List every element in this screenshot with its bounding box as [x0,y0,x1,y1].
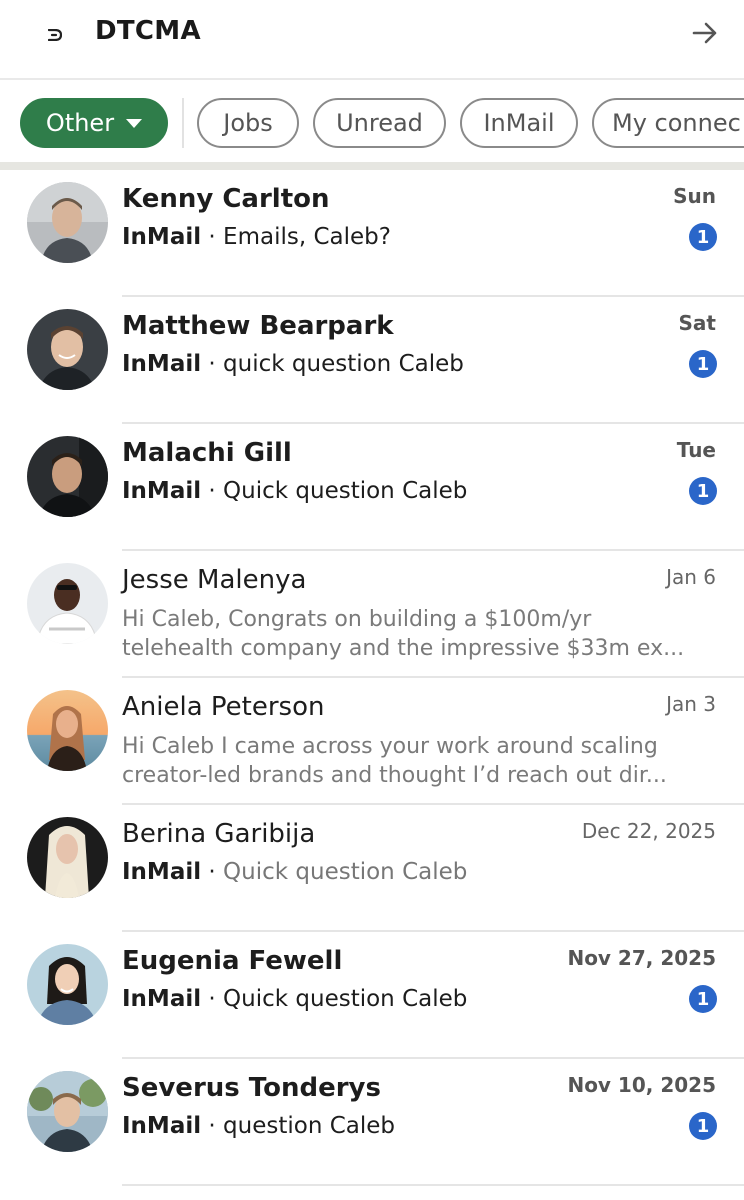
avatar[interactable] [27,563,108,644]
filter-label: InMail [483,109,555,137]
filter-label: Unread [336,109,423,137]
filter-other[interactable]: Other [20,98,168,148]
section-divider [0,162,744,170]
message-text: Emails, Caleb? [223,224,391,250]
message-snippet: InMail · Emails, Caleb? [122,224,391,250]
filter-label: Other [45,109,115,137]
separator: · [201,478,224,504]
message-time: Dec 22, 2025 [581,819,716,843]
message-time: Jan 3 [666,692,716,716]
contact-name: Aniela Peterson [122,692,325,722]
contact-name: Matthew Bearpark [122,311,394,341]
unread-badge: 1 [689,223,717,251]
message-snippet: InMail · quick question Caleb [122,351,464,377]
inmail-tag: InMail [122,1113,202,1139]
separator: · [201,351,224,377]
filter-jobs[interactable]: Jobs [197,98,299,148]
preview-line: Hi Caleb, Congrats on building a $100m/y… [122,607,592,632]
arrow-right-icon[interactable] [688,18,722,48]
inmail-tag: InMail [122,224,202,250]
unread-badge: 1 [689,477,717,505]
avatar[interactable] [27,436,108,517]
message-text: Quick question Caleb [223,478,468,504]
contact-name: Malachi Gill [122,438,292,468]
unread-badge: 1 [689,985,717,1013]
filter-my-connections[interactable]: My connec [592,98,744,148]
message-text: Quick question Caleb [223,986,468,1012]
filter-bar: Other Jobs Unread InMail My connec [0,82,744,164]
message-snippet: InMail · Quick question Caleb [122,478,467,504]
message-snippet: InMail · Quick question Caleb [122,986,467,1012]
conversation-row[interactable]: Severus Tonderys Nov 10, 2025 InMail · q… [0,1059,744,1186]
message-preview: Hi Caleb, Congrats on building a $100m/y… [122,605,682,663]
dtcma-logo-icon[interactable] [44,24,66,46]
contact-name: Jesse Malenya [122,565,307,595]
conversation-row[interactable]: Eugenia Fewell Nov 27, 2025 InMail · Qui… [0,932,744,1059]
avatar[interactable] [27,690,108,771]
unread-badge: 1 [689,350,717,378]
message-snippet: InMail · Quick question Caleb [122,859,467,885]
message-text: question Caleb [223,1113,396,1139]
contact-name: Eugenia Fewell [122,946,343,976]
message-time: Sat [678,311,716,335]
separator: · [201,1113,224,1139]
contact-name: Severus Tonderys [122,1073,381,1103]
message-time: Tue [676,438,716,462]
message-text: quick question Caleb [223,351,464,377]
message-time: Sun [673,184,716,208]
avatar[interactable] [27,1071,108,1152]
conversation-row[interactable]: Jesse Malenya Jan 6 Hi Caleb, Congrats o… [0,551,744,678]
filter-label: Jobs [223,109,273,137]
conversation-row[interactable]: Kenny Carlton Sun InMail · Emails, Caleb… [0,170,744,297]
separator: · [201,224,224,250]
conversation-row[interactable]: Berina Garibija Dec 22, 2025 InMail · Qu… [0,805,744,932]
avatar[interactable] [27,182,108,263]
conversation-row[interactable]: Matthew Bearpark Sat InMail · quick ques… [0,297,744,424]
conversation-row[interactable]: Malachi Gill Tue InMail · Quick question… [0,424,744,551]
caret-down-icon [126,118,143,128]
conversation-row[interactable]: Aniela Peterson Jan 3 Hi Caleb I came ac… [0,678,744,805]
contact-name: Berina Garibija [122,819,316,849]
row-divider [122,1184,744,1186]
inmail-tag: InMail [122,986,202,1012]
preview-line: telehealth company and the impressive $3… [122,636,682,661]
message-time: Nov 10, 2025 [567,1073,716,1097]
message-time: Nov 27, 2025 [567,946,716,970]
filter-divider [182,98,184,148]
filter-label: My connec [612,109,741,137]
filter-unread[interactable]: Unread [313,98,446,148]
inmail-tag: InMail [122,351,202,377]
page-title: DTCMA [95,16,201,46]
avatar[interactable] [27,944,108,1025]
unread-badge: 1 [689,1112,717,1140]
contact-name: Kenny Carlton [122,184,330,214]
message-text: Quick question Caleb [223,859,468,885]
preview-line: Hi Caleb I came across your work around … [122,734,658,759]
app-header: DTCMA [0,0,744,80]
inmail-tag: InMail [122,478,202,504]
preview-line: creator-led brands and thought I’d reach… [122,763,667,788]
avatar[interactable] [27,309,108,390]
message-snippet: InMail · question Caleb [122,1113,395,1139]
avatar[interactable] [27,817,108,898]
message-time: Jan 6 [666,565,716,589]
inmail-tag: InMail [122,859,202,885]
filter-inmail[interactable]: InMail [460,98,578,148]
message-preview: Hi Caleb I came across your work around … [122,732,682,790]
separator: · [201,859,224,885]
separator: · [201,986,224,1012]
